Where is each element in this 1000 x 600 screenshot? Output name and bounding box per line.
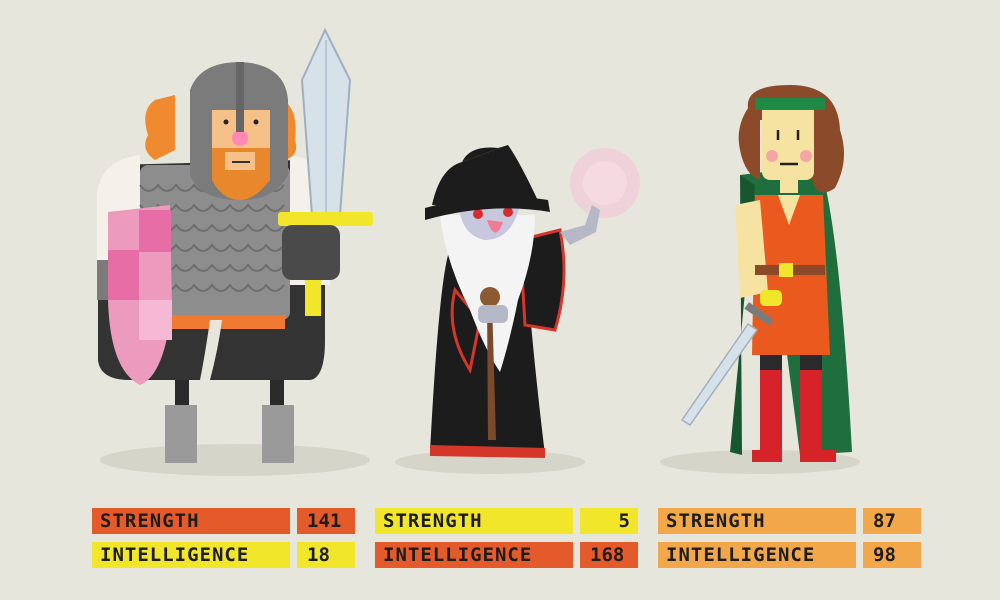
wizard-character [425,145,640,458]
ranger-strength-value: 87 [863,508,921,534]
ranger-intelligence-value: 98 [863,542,921,568]
ranger-strength-label: STRENGTH [658,508,856,534]
warrior-strength-value: 141 [297,508,355,534]
wizard-strength-label: STRENGTH [375,508,573,534]
wizard-strength-value: 5 [580,508,638,534]
warrior-intelligence-label: INTELLIGENCE [92,542,290,568]
warrior-shadow [100,444,370,476]
warrior-intelligence-value: 18 [297,542,355,568]
wizard-intelligence-label: INTELLIGENCE [375,542,573,568]
wizard-intelligence-value: 168 [580,542,638,568]
ranger-intelligence-label: INTELLIGENCE [658,542,856,568]
warrior-strength-label: STRENGTH [92,508,290,534]
ranger-character [680,85,852,462]
warrior-character [97,27,373,463]
